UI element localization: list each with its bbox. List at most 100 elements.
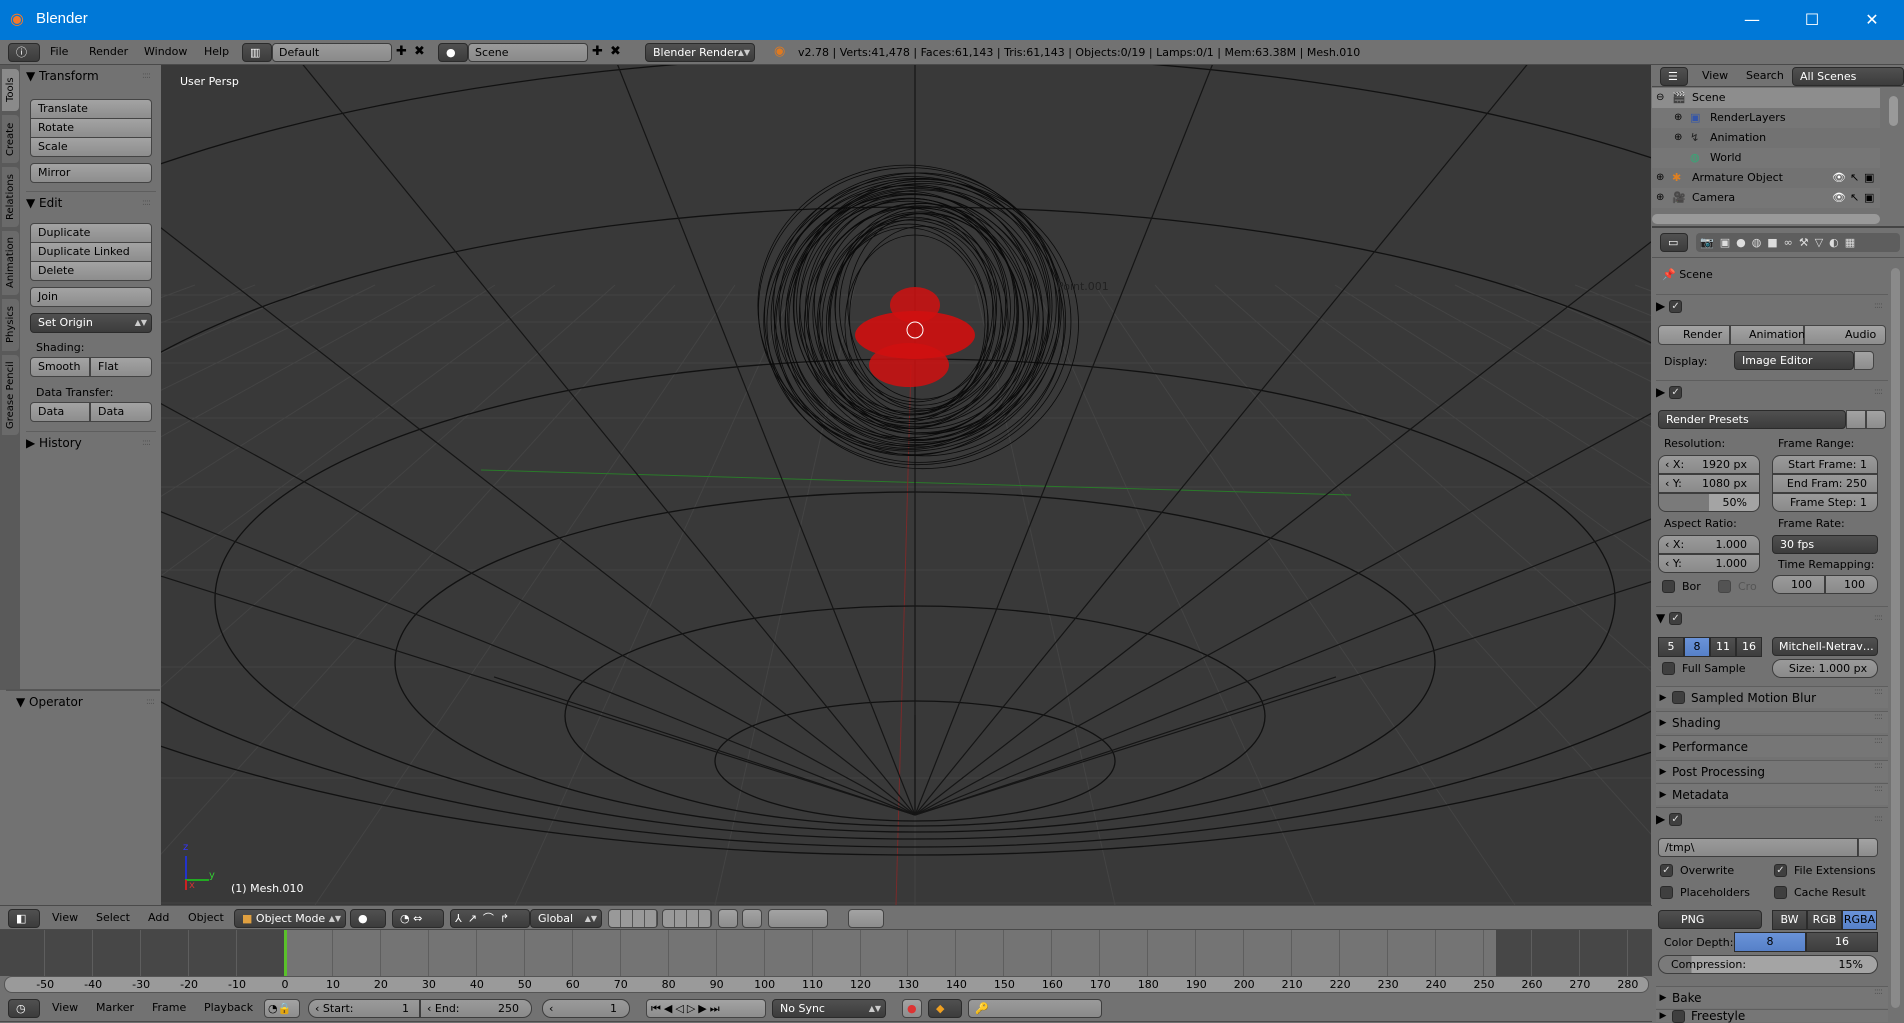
scene-icon[interactable]: ● — [438, 43, 468, 62]
renderable-camera-icon[interactable]: ▣ — [1864, 188, 1874, 208]
sampled-motion-blur-checkbox[interactable] — [1672, 691, 1685, 704]
undefined-panel-header[interactable]: ▶ ✓ :::: — [1656, 380, 1888, 402]
display-mode-dropdown[interactable]: All Scenes — [1792, 67, 1904, 86]
smooth-button[interactable]: Smooth — [30, 357, 90, 377]
render-animation-button[interactable]: Animation — [1730, 325, 1805, 345]
keying-set-field[interactable]: 🔑 — [968, 999, 1102, 1018]
menu-view[interactable]: View — [1702, 69, 1728, 82]
outliner-item[interactable]: ⊕ ▣ RenderLayers — [1652, 108, 1880, 128]
outliner-item[interactable]: ⊕ 🎥 Camera 👁 ↖ ▣ — [1652, 188, 1880, 208]
editor-type-button[interactable]: ☰ — [1660, 67, 1688, 86]
preview-range-icon[interactable]: ◔🔒 — [264, 999, 300, 1018]
selectable-cursor-icon[interactable]: ↖ — [1850, 188, 1859, 208]
aa-samples-16-button[interactable]: 16 — [1736, 637, 1762, 657]
display-dropdown[interactable]: Image Editor — [1734, 351, 1854, 370]
delete-button[interactable]: Delete — [30, 261, 152, 281]
compression-slider[interactable]: Compression: 15% — [1658, 955, 1878, 974]
timeline-area[interactable] — [0, 930, 1652, 976]
remap-new-field[interactable]: 100 — [1825, 575, 1878, 594]
outliner-h-scrollbar[interactable] — [1652, 214, 1880, 224]
join-button[interactable]: Join — [30, 287, 152, 307]
folder-icon[interactable] — [1858, 838, 1878, 857]
menu-marker[interactable]: Marker — [96, 1001, 134, 1014]
undefined-checkbox[interactable]: ✓ — [1669, 813, 1683, 826]
properties-scrollbar[interactable] — [1891, 268, 1900, 1008]
color-depth-8-button[interactable]: 8 — [1734, 932, 1806, 952]
set-origin-dropdown[interactable]: Set Origin ▲▼ — [30, 313, 152, 333]
undefined-checkbox[interactable]: ✓ — [1669, 612, 1683, 625]
aa-size-field[interactable]: Size: 1.000 px — [1772, 659, 1878, 678]
3d-viewport[interactable]: User Persp Point.001 (1) Mesh.010 z y x — [161, 65, 1651, 905]
resolution-y-field[interactable]: ‹ Y: 1080 px — [1658, 474, 1760, 493]
menu-help[interactable]: Help — [204, 45, 229, 58]
menu-search[interactable]: Search — [1746, 69, 1784, 82]
menu-frame[interactable]: Frame — [152, 1001, 186, 1014]
frame-rate-dropdown[interactable]: 30 fps — [1772, 535, 1878, 554]
rotate-button[interactable]: Rotate — [30, 118, 152, 138]
menu-file[interactable]: File — [50, 45, 68, 58]
manipulator-buttons[interactable]: ⅄↗⌒↱ — [450, 909, 530, 928]
tab-physics[interactable]: Physics — [2, 299, 19, 351]
bake-panel-header[interactable]: ▶ Bake:::: — [1656, 986, 1888, 1008]
cache-result-checkbox[interactable] — [1774, 886, 1787, 899]
editor-type-button[interactable]: ◷ — [8, 999, 40, 1018]
duplicate-linked-button[interactable]: Duplicate Linked — [30, 242, 152, 262]
editor-type-button[interactable]: ⓘ — [8, 43, 40, 62]
remap-old-field[interactable]: 100 — [1772, 575, 1825, 594]
selectable-cursor-icon[interactable]: ↖ — [1850, 168, 1859, 188]
editor-type-button[interactable]: ▭ — [1660, 233, 1688, 252]
sync-dropdown[interactable]: No Sync ▲▼ — [772, 999, 886, 1018]
mode-dropdown[interactable]: ■ Object Mode ▲▼ — [234, 909, 346, 928]
menu-view[interactable]: View — [52, 1001, 78, 1014]
frame-step-field[interactable]: Frame Step: 1 — [1772, 493, 1878, 512]
layers-group-1[interactable] — [608, 909, 658, 928]
aspect-y-field[interactable]: ‹ Y: 1.000 — [1658, 554, 1760, 573]
freestyle-panel-header[interactable]: ▶ Freestyle — [1656, 1009, 1888, 1023]
keying-icon[interactable]: ◆ — [928, 999, 962, 1018]
menu-playback[interactable]: Playback — [204, 1001, 253, 1014]
tab-tools[interactable]: Tools — [2, 69, 19, 111]
file-extensions-checkbox[interactable]: ✓ — [1774, 864, 1787, 877]
current-frame-field[interactable]: ‹ 1 — [542, 999, 630, 1018]
history-panel-header[interactable]: ▶ History:::: — [26, 431, 156, 453]
outliner-item[interactable]: ◍ World — [1652, 148, 1880, 168]
expand-icon[interactable]: ⊕ — [1674, 108, 1682, 128]
add-scene-icon[interactable]: ✚ — [592, 44, 603, 59]
menu-view[interactable]: View — [52, 911, 78, 924]
sampled-motion-blur-panel-header[interactable]: ▶ Sampled Motion Blur:::: — [1656, 686, 1888, 708]
render-buttons[interactable] — [848, 909, 884, 928]
color-mode-rgb-button[interactable]: RGB — [1807, 910, 1842, 930]
shading-panel-header[interactable]: ▶ Shading:::: — [1656, 711, 1888, 733]
render-engine-dropdown[interactable]: Blender Render ▲▼ — [645, 43, 755, 62]
aa-samples-11-button[interactable]: 11 — [1710, 637, 1736, 657]
start-frame-field[interactable]: ‹ Start: 1 — [308, 999, 420, 1018]
crop-checkbox[interactable] — [1718, 580, 1731, 593]
visibility-eye-icon[interactable]: 👁 — [1832, 168, 1846, 188]
menu-add[interactable]: Add — [148, 911, 169, 924]
aspect-x-field[interactable]: ‹ X: 1.000 — [1658, 535, 1760, 554]
expand-icon[interactable]: ⊖ — [1656, 88, 1664, 108]
outliner-v-scrollbar[interactable] — [1889, 96, 1898, 126]
add-layout-icon[interactable]: ✚ — [396, 44, 407, 59]
transform-panel-header[interactable]: ▼ Transform:::: — [26, 65, 156, 87]
remove-scene-icon[interactable]: ✖ — [610, 44, 621, 59]
visibility-eye-icon[interactable]: 👁 — [1832, 188, 1846, 208]
undefined-panel-header[interactable]: ▶ ✓ :::: — [1656, 294, 1888, 316]
remove-layout-icon[interactable]: ✖ — [414, 44, 425, 59]
full-sample-checkbox[interactable] — [1662, 662, 1675, 675]
resolution-percentage-slider[interactable]: 50% — [1658, 493, 1760, 512]
file-format-dropdown[interactable]: PNG — [1658, 910, 1762, 929]
shading-dropdown[interactable]: ● — [350, 909, 386, 928]
expand-icon[interactable]: ⊕ — [1674, 128, 1682, 148]
menu-render[interactable]: Render — [89, 45, 128, 58]
output-path-field[interactable]: /tmp\ — [1658, 838, 1858, 857]
operator-panel-header[interactable]: ▼ Operator:::: — [6, 689, 160, 711]
tab-create[interactable]: Create — [2, 115, 19, 163]
freestyle-checkbox[interactable] — [1672, 1009, 1685, 1023]
outliner-item[interactable]: ⊕ ✱ Armature Object 👁 ↖ ▣ — [1652, 168, 1880, 188]
outliner-item[interactable]: ⊕ ↯ Animation — [1652, 128, 1880, 148]
layers-group-2[interactable] — [662, 909, 712, 928]
current-frame-marker[interactable] — [284, 930, 287, 976]
post-processing-panel-header[interactable]: ▶ Post Processing:::: — [1656, 760, 1888, 782]
timeline-ruler[interactable]: -50 -40 -30 -20 -10 0 10 20 30 40 50 60 70 80 90 100 110… — [4, 976, 1649, 993]
